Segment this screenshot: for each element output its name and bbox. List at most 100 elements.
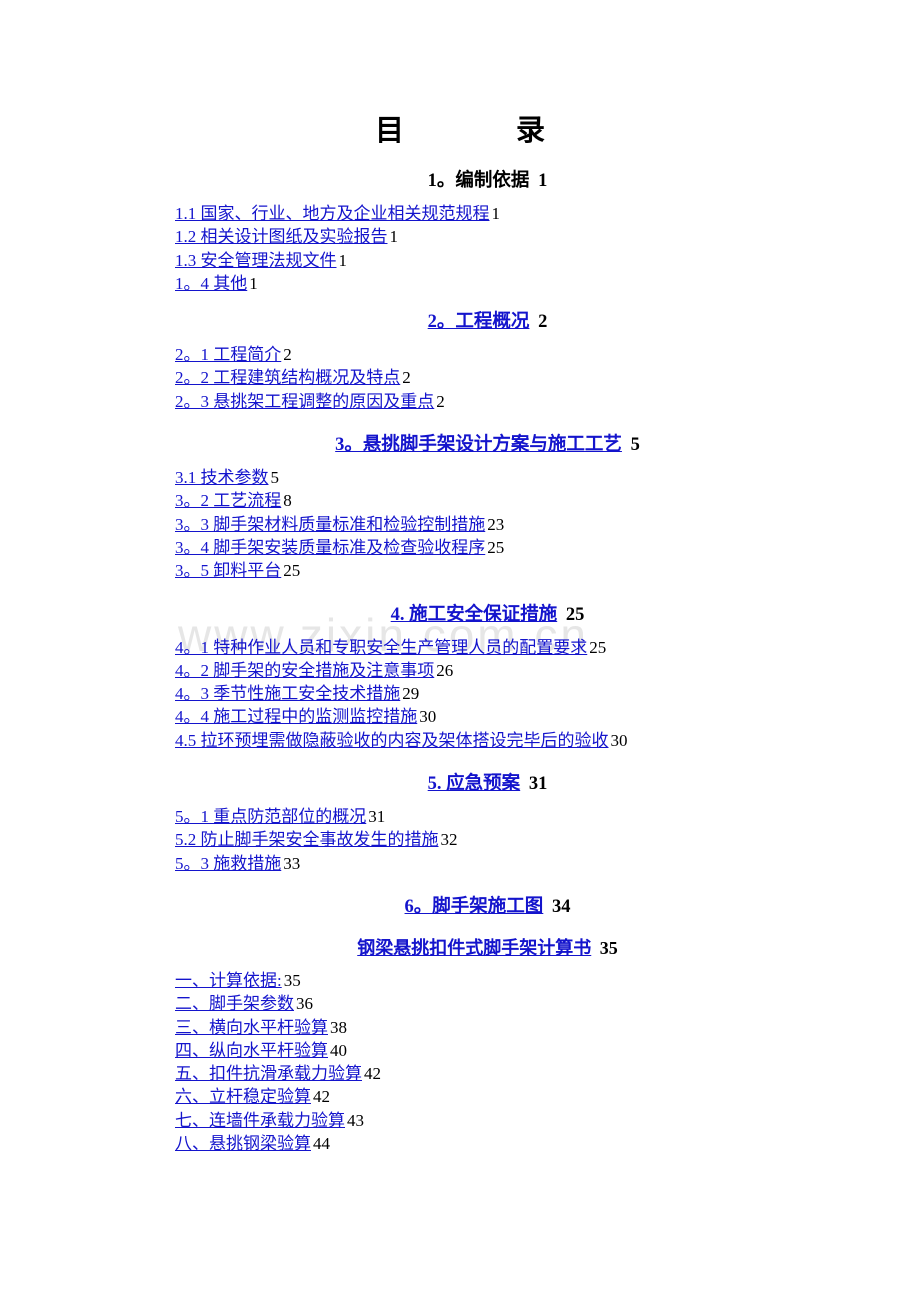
toc-entry[interactable]: 四、纵向水平杆验算 40: [0, 1039, 920, 1062]
toc-entry[interactable]: 3。2 工艺流程 8: [0, 489, 920, 512]
toc-entry-label[interactable]: 七、连墙件承载力验算: [175, 1111, 345, 1130]
toc-entry-page-number: 2: [283, 345, 292, 365]
toc-entry[interactable]: 六、立杆稳定验算 42: [0, 1085, 920, 1108]
toc-entry-label[interactable]: 1。4 其他: [175, 274, 247, 293]
toc-entry-page-number: 25: [487, 537, 505, 557]
toc-entry[interactable]: 七、连墙件承载力验算 43: [0, 1109, 920, 1132]
toc-section-page-number: 25: [561, 604, 585, 625]
toc-entry[interactable]: 2。2 工程建筑结构概况及特点 2: [0, 366, 920, 389]
toc-entry[interactable]: 5。3 施救措施 33: [0, 852, 920, 875]
toc-entry-page-number: 26: [436, 660, 454, 680]
toc-entry-page-number: 30: [419, 707, 437, 727]
toc-entry-label[interactable]: 2。3 悬挑架工程调整的原因及重点: [175, 392, 434, 411]
toc-entry-page-number: 1: [338, 250, 348, 270]
toc-entry[interactable]: 2。1 工程简介 2: [0, 343, 920, 366]
toc-section-heading-label[interactable]: 4. 施工安全保证措施: [391, 605, 558, 625]
toc-section-heading-label[interactable]: 5. 应急预案: [428, 774, 521, 794]
toc-entry-label[interactable]: 4。3 季节性施工安全技术措施: [175, 684, 400, 703]
toc-section-heading[interactable]: 3。悬挑脚手架设计方案与施工工艺 5: [0, 432, 920, 459]
toc-entry-label[interactable]: 3.1 技术参数: [175, 468, 269, 487]
toc-entry-page-number: 42: [364, 1064, 381, 1084]
toc-entry-group: 5。1 重点防范部位的概况 31 5.2 防止脚手架安全事故发生的措施 32 5。3 施…: [0, 805, 920, 875]
toc-entry-group: 一、计算依据: 35 二、脚手架参数 36 三、横向水平杆验算 38 四、纵向水平杆验算 40…: [0, 969, 920, 1155]
toc-entry[interactable]: 二、脚手架参数 36: [0, 992, 920, 1015]
toc-entry-label[interactable]: 八、悬挑钢梁验算: [175, 1134, 311, 1153]
toc-entry-label[interactable]: 一、计算依据:: [175, 971, 282, 990]
toc-entry-label[interactable]: 2。1 工程简介: [175, 345, 281, 364]
toc-entry-label[interactable]: 二、脚手架参数: [175, 994, 294, 1013]
toc-entry[interactable]: 1.2 相关设计图纸及实验报告 1: [0, 225, 920, 248]
toc-entry-label[interactable]: 六、立杆稳定验算: [175, 1087, 311, 1106]
toc-entry-page-number: 2: [436, 391, 445, 411]
toc-section-page-number: 2: [533, 312, 548, 333]
toc-entry[interactable]: 4.5 拉环预埋需做隐蔽验收的内容及架体搭设完毕后的验收 30: [0, 729, 920, 752]
toc-entry[interactable]: 3。3 脚手架材料质量标准和检验控制措施 23: [0, 513, 920, 536]
toc-section-heading[interactable]: 钢梁悬挑扣件式脚手架计算书 35: [0, 935, 920, 962]
toc-entry-page-number: 38: [330, 1017, 347, 1037]
toc-section-heading-label[interactable]: 3。悬挑脚手架设计方案与施工工艺: [335, 435, 622, 455]
toc-entry[interactable]: 1.3 安全管理法规文件 1: [0, 249, 920, 272]
toc-entry-page-number: 1: [249, 273, 258, 293]
toc-entry[interactable]: 五、扣件抗滑承载力验算 42: [0, 1062, 920, 1085]
toc-entry-page-number: 30: [610, 730, 628, 750]
toc-entry-label[interactable]: 2。2 工程建筑结构概况及特点: [175, 368, 400, 387]
toc-entry-label[interactable]: 5.2 防止脚手架安全事故发生的措施: [175, 830, 439, 849]
toc-section-heading[interactable]: 4. 施工安全保证措施 25: [0, 602, 920, 629]
toc-entry[interactable]: 3。4 脚手架安装质量标准及检查验收程序 25: [0, 536, 920, 559]
toc-entry-label[interactable]: 3。5 卸料平台: [175, 561, 281, 580]
toc-section-heading-label[interactable]: 2。工程概况: [428, 312, 530, 332]
toc-entry-label[interactable]: 5。3 施救措施: [175, 854, 281, 873]
toc-entry-page-number: 2: [402, 368, 411, 388]
toc-entry[interactable]: 3.1 技术参数 5: [0, 466, 920, 489]
table-of-contents: 1。编制依据 1 1.1 国家、行业、地方及企业相关规范规程 1 1.2 相关设计图纸…: [0, 150, 920, 1155]
toc-entry[interactable]: 5.2 防止脚手架安全事故发生的措施 32: [0, 828, 920, 851]
toc-entry[interactable]: 1。4 其他 1: [0, 272, 920, 295]
toc-section-heading-label[interactable]: 6。脚手架施工图: [405, 897, 544, 917]
toc-section-heading[interactable]: 6。脚手架施工图 34: [0, 894, 920, 921]
toc-entry-page-number: 1: [491, 204, 501, 223]
toc-entry-label[interactable]: 4。1 特种作业人员和专职安全生产管理人员的配置要求: [175, 638, 587, 657]
toc-entry-label[interactable]: 1.2 相关设计图纸及实验报告: [175, 227, 388, 246]
toc-entry[interactable]: 一、计算依据: 35: [0, 969, 920, 992]
toc-entry-label[interactable]: 3。3 脚手架材料质量标准和检验控制措施: [175, 515, 485, 534]
toc-entry[interactable]: 3。5 卸料平台 25: [0, 559, 920, 582]
toc-section-heading[interactable]: 2。工程概况 2: [0, 309, 920, 336]
toc-entry-page-number: 40: [330, 1040, 347, 1060]
toc-entry-page-number: 35: [283, 970, 301, 990]
toc-section-heading[interactable]: 5. 应急预案 31: [0, 771, 920, 798]
toc-entry-page-number: 29: [402, 684, 420, 704]
toc-entry[interactable]: 1.1 国家、行业、地方及企业相关规范规程 1: [0, 202, 920, 225]
toc-entry-group: 1.1 国家、行业、地方及企业相关规范规程 1 1.2 相关设计图纸及实验报告 1 1.…: [0, 202, 920, 295]
toc-entry-label[interactable]: 4。4 施工过程中的监测监控措施: [175, 707, 417, 726]
toc-entry-label[interactable]: 5。1 重点防范部位的概况: [175, 807, 366, 826]
toc-entry-page-number: 32: [440, 830, 458, 850]
toc-section-page-number: 34: [547, 896, 571, 917]
toc-entry-label[interactable]: 3。2 工艺流程: [175, 491, 281, 510]
toc-entry-page-number: 33: [283, 853, 301, 873]
toc-section-heading-label[interactable]: 钢梁悬挑扣件式脚手架计算书: [357, 938, 591, 958]
toc-entry-page-number: 31: [368, 807, 386, 827]
toc-entry[interactable]: 5。1 重点防范部位的概况 31: [0, 805, 920, 828]
toc-entry-label[interactable]: 1.1 国家、行业、地方及企业相关规范规程: [175, 204, 490, 223]
toc-entry[interactable]: 4。2 脚手架的安全措施及注意事项 26: [0, 659, 920, 682]
toc-entry-label[interactable]: 五、扣件抗滑承载力验算: [175, 1064, 362, 1083]
toc-section-heading[interactable]: 1。编制依据 1: [0, 168, 920, 195]
toc-section-page-number: 1: [533, 171, 548, 191]
toc-entry-page-number: 25: [589, 637, 607, 657]
toc-entry-label[interactable]: 4.5 拉环预埋需做隐蔽验收的内容及架体搭设完毕后的验收: [175, 731, 609, 750]
toc-entry-label[interactable]: 四、纵向水平杆验算: [175, 1041, 328, 1060]
toc-entry[interactable]: 4。3 季节性施工安全技术措施 29: [0, 682, 920, 705]
toc-entry-page-number: 23: [487, 514, 505, 534]
toc-entry-label[interactable]: 1.3 安全管理法规文件: [175, 251, 337, 270]
toc-entry-label[interactable]: 三、横向水平杆验算: [175, 1018, 328, 1037]
toc-entry-page-number: 36: [296, 994, 313, 1014]
toc-entry-page-number: 8: [283, 491, 292, 511]
toc-entry[interactable]: 三、横向水平杆验算 38: [0, 1016, 920, 1039]
toc-entry[interactable]: 4。4 施工过程中的监测监控措施 30: [0, 705, 920, 728]
toc-section-heading-label[interactable]: 1。编制依据: [428, 171, 530, 191]
toc-entry-label[interactable]: 4。2 脚手架的安全措施及注意事项: [175, 661, 434, 680]
toc-entry-label[interactable]: 3。4 脚手架安装质量标准及检查验收程序: [175, 538, 485, 557]
toc-entry[interactable]: 2。3 悬挑架工程调整的原因及重点 2: [0, 390, 920, 413]
toc-entry[interactable]: 4。1 特种作业人员和专职安全生产管理人员的配置要求 25: [0, 636, 920, 659]
toc-entry[interactable]: 八、悬挑钢梁验算 44: [0, 1132, 920, 1155]
